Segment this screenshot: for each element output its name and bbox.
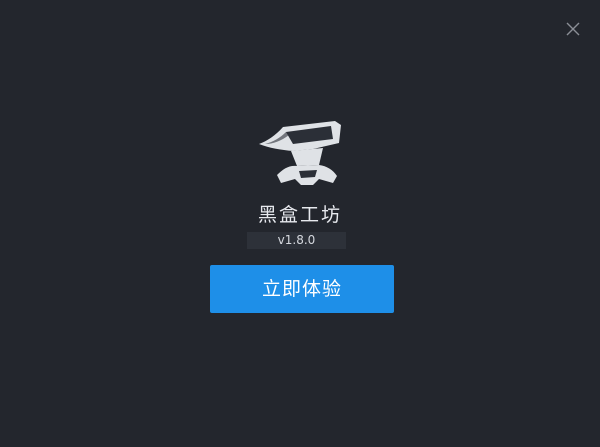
start-button[interactable]: 立即体验 bbox=[210, 265, 394, 313]
anvil-logo-icon bbox=[259, 121, 341, 185]
launcher-window: 黑盒工坊 v1.8.0 立即体验 bbox=[0, 0, 600, 447]
close-icon bbox=[566, 22, 580, 36]
version-badge: v1.8.0 bbox=[247, 232, 346, 249]
app-title: 黑盒工坊 bbox=[257, 204, 342, 226]
close-button[interactable] bbox=[562, 18, 584, 40]
